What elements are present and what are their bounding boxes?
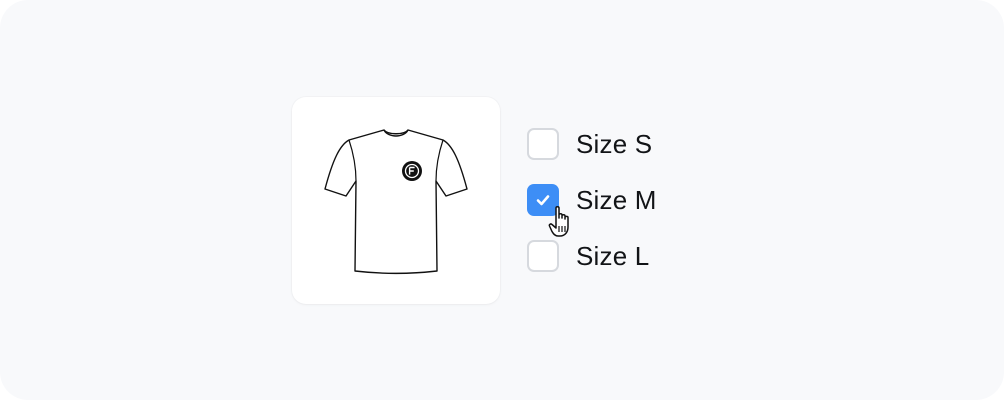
size-l-checkbox[interactable] bbox=[527, 240, 559, 272]
product-image-card bbox=[292, 97, 500, 304]
size-m-checkbox[interactable] bbox=[527, 184, 559, 216]
size-option-l[interactable]: Size L bbox=[527, 240, 649, 272]
size-option-m[interactable]: Size M bbox=[527, 184, 657, 216]
checkmark-icon bbox=[536, 195, 550, 206]
size-s-label: Size S bbox=[576, 129, 653, 159]
brand-logo-icon bbox=[402, 161, 422, 181]
size-l-label: Size L bbox=[576, 241, 650, 271]
size-s-checkbox[interactable] bbox=[527, 128, 559, 160]
tshirt-icon bbox=[324, 129, 468, 274]
size-options-group: Size S Size M Size L bbox=[527, 116, 747, 286]
size-m-label: Size M bbox=[576, 185, 657, 215]
size-option-s[interactable]: Size S bbox=[527, 128, 652, 160]
page-background: Size S Size M Size L bbox=[0, 0, 1004, 400]
